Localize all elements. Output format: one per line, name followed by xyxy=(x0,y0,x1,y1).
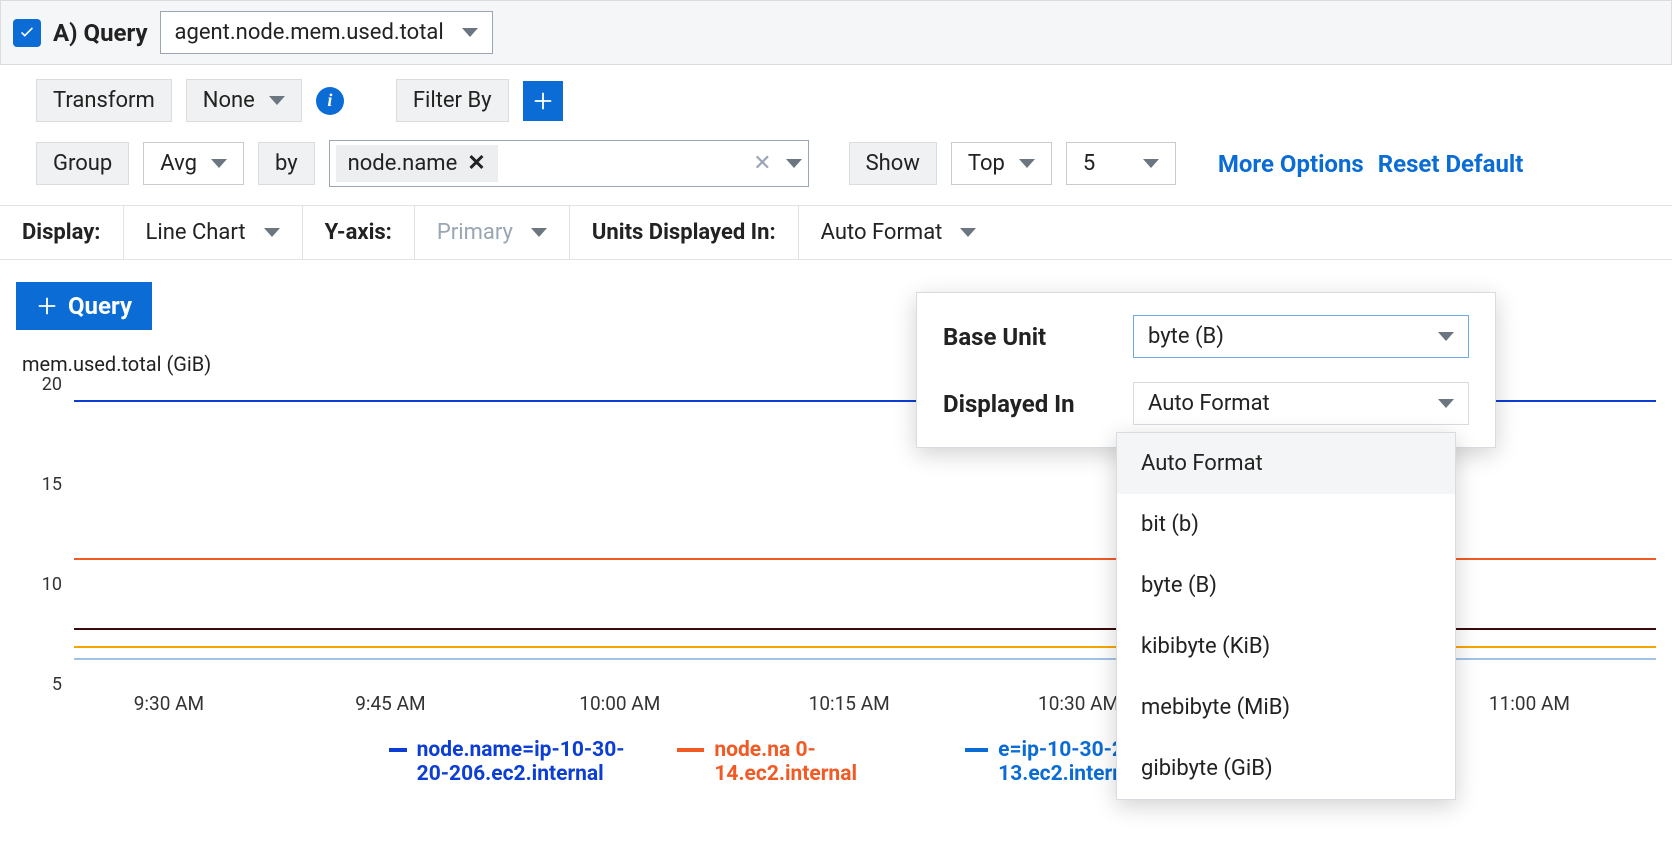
legend-label: node.name=ip-10-30-20-206.ec2.internal xyxy=(417,738,649,786)
group-by-tags-input[interactable]: node.name ✕ ✕ xyxy=(329,140,809,187)
display-settings-row: Display: Line Chart Y-axis: Primary Unit… xyxy=(0,205,1672,260)
displayed-in-select[interactable]: Auto Format xyxy=(1133,382,1469,425)
dropdown-option[interactable]: Auto Format xyxy=(1117,433,1455,494)
base-unit-value: byte (B) xyxy=(1148,324,1224,349)
x-tick-label: 10:30 AM xyxy=(1038,692,1119,715)
chevron-down-icon xyxy=(1438,399,1454,408)
transform-filter-row: Transform None i Filter By xyxy=(0,65,1672,136)
dropdown-option[interactable]: kibibyte (KiB) xyxy=(1117,616,1455,677)
units-value: Auto Format xyxy=(821,220,943,245)
metric-value: agent.node.mem.used.total xyxy=(175,20,444,45)
chevron-down-icon xyxy=(1438,332,1454,341)
legend-color-swatch xyxy=(965,748,988,752)
add-query-button[interactable]: Query xyxy=(16,282,152,330)
query-id-label: A) Query xyxy=(53,19,148,47)
base-unit-label: Base Unit xyxy=(943,323,1113,351)
chart-area: mem.used.total (GiB) 5101520 9:30 AM9:45… xyxy=(16,352,1656,786)
display-label: Display: xyxy=(22,220,101,245)
transform-select[interactable]: None xyxy=(186,79,302,122)
group-label: Group xyxy=(36,142,129,185)
chevron-down-icon xyxy=(1143,159,1159,168)
yaxis-value: Primary xyxy=(437,220,513,245)
query-enabled-checkbox[interactable] xyxy=(13,19,41,47)
group-agg-select[interactable]: Avg xyxy=(143,142,244,185)
dropdown-option[interactable]: byte (B) xyxy=(1117,555,1455,616)
y-tick-label: 5 xyxy=(16,674,62,695)
units-label: Units Displayed In: xyxy=(592,220,776,245)
more-options-link[interactable]: More Options xyxy=(1218,150,1364,178)
x-tick-label: 10:00 AM xyxy=(579,692,660,715)
chevron-down-icon xyxy=(462,28,478,37)
legend-color-swatch xyxy=(677,748,704,752)
display-type-value: Line Chart xyxy=(146,220,246,245)
legend-item[interactable]: node.name=ip-10-30-20-206.ec2.internal xyxy=(389,738,649,786)
query-header-bar: A) Query agent.node.mem.used.total xyxy=(0,0,1672,65)
legend-label: node.na 0-14.ec2.internal xyxy=(714,738,937,786)
reset-defaults-link[interactable]: Reset Default xyxy=(1378,150,1524,178)
yaxis-label: Y-axis: xyxy=(325,220,392,245)
displayed-in-dropdown: Auto Formatbit (b)byte (B)kibibyte (KiB)… xyxy=(1116,432,1456,800)
legend-color-swatch xyxy=(389,748,407,752)
display-type-select[interactable]: Line Chart xyxy=(124,206,303,259)
units-select[interactable]: Auto Format xyxy=(799,206,999,259)
filter-by-label: Filter By xyxy=(396,79,509,122)
dropdown-option[interactable]: mebibyte (MiB) xyxy=(1117,677,1455,738)
yaxis-select[interactable]: Primary xyxy=(415,206,570,259)
transform-label: Transform xyxy=(36,79,172,122)
show-direction-value: Top xyxy=(968,151,1005,176)
dropdown-option[interactable]: gibibyte (GiB) xyxy=(1117,738,1455,799)
clear-tags-icon[interactable]: ✕ xyxy=(747,151,777,176)
chevron-down-icon xyxy=(786,159,802,168)
x-tick-label: 10:15 AM xyxy=(809,692,890,715)
base-unit-select[interactable]: byte (B) xyxy=(1133,315,1469,358)
chevron-down-icon xyxy=(211,159,227,168)
group-agg-value: Avg xyxy=(160,151,197,176)
y-tick-label: 15 xyxy=(16,474,62,495)
chevron-down-icon xyxy=(531,228,547,237)
x-tick-label: 9:30 AM xyxy=(134,692,204,715)
x-tick-label: 9:45 AM xyxy=(355,692,425,715)
displayed-in-value: Auto Format xyxy=(1148,391,1270,416)
dropdown-option[interactable]: bit (b) xyxy=(1117,494,1455,555)
y-tick-label: 10 xyxy=(16,574,62,595)
chevron-down-icon xyxy=(960,228,976,237)
x-tick-label: 11:00 AM xyxy=(1489,692,1570,715)
show-count-select[interactable]: 5 xyxy=(1066,142,1176,185)
add-filter-button[interactable] xyxy=(523,81,563,121)
group-by-label: by xyxy=(258,142,315,185)
transform-value: None xyxy=(203,88,255,113)
show-direction-select[interactable]: Top xyxy=(951,142,1052,185)
chevron-down-icon xyxy=(264,228,280,237)
metric-select[interactable]: agent.node.mem.used.total xyxy=(160,11,493,54)
y-tick-label: 20 xyxy=(16,374,62,395)
info-icon[interactable]: i xyxy=(316,87,344,115)
remove-tag-icon[interactable]: ✕ xyxy=(467,151,485,176)
group-show-row: Group Avg by node.name ✕ ✕ Show Top 5 Mo… xyxy=(0,136,1672,201)
legend-item[interactable]: node.na 0-14.ec2.internal xyxy=(677,738,937,786)
units-popover: Base Unit byte (B) Displayed In Auto For… xyxy=(916,292,1496,448)
show-count-value: 5 xyxy=(1083,151,1095,176)
chevron-down-icon xyxy=(269,96,285,105)
add-query-button-label: Query xyxy=(68,292,132,320)
displayed-in-label: Displayed In xyxy=(943,390,1113,418)
group-by-tag-text: node.name xyxy=(348,151,458,176)
show-label: Show xyxy=(849,142,937,185)
group-by-tag: node.name ✕ xyxy=(336,145,498,182)
chevron-down-icon xyxy=(1019,159,1035,168)
